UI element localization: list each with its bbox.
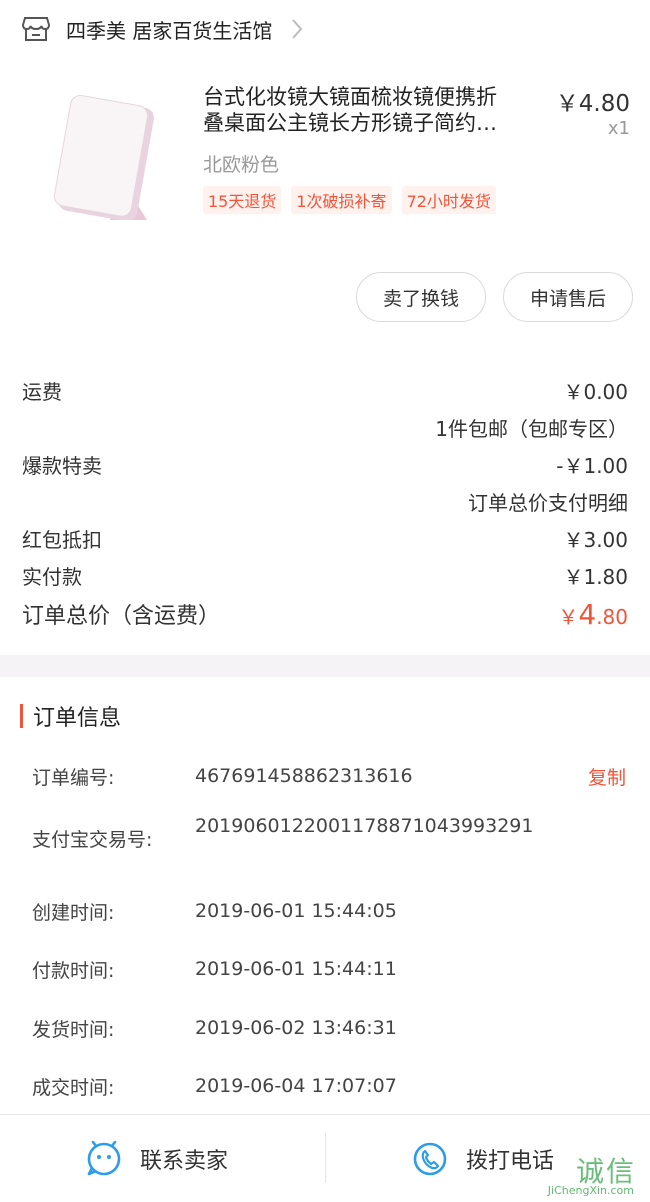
copy-button[interactable]: 复制 [588, 763, 626, 790]
paid-row: 实付款 ￥1.80 [22, 561, 628, 597]
service-tags: 15天退货 1次破损补寄 72小时发货 [203, 186, 496, 214]
shipped-value: 2019-06-02 13:46:31 [195, 1017, 397, 1039]
paid-value: ￥1.80 [563, 565, 628, 589]
alipay-label: 支付宝交易号: [32, 829, 153, 851]
paid-label: 实付款 [22, 565, 82, 589]
product-quantity: x1 [607, 118, 630, 139]
total-value: ￥4.80 [558, 598, 628, 631]
redpacket-value: ￥3.00 [563, 528, 628, 552]
order-number-value: 467691458862313616 [195, 765, 413, 787]
tag-return: 15天退货 [203, 186, 282, 214]
tag-ship: 72小时发货 [401, 186, 496, 214]
shipping-value: ￥0.00 [563, 380, 628, 404]
shop-name: 四季美 居家百货生活馆 [66, 18, 273, 43]
product-title[interactable]: 台式化妆镜大镜面梳妆镜便携折 叠桌面公主镜长方形镜子简约… [203, 84, 538, 136]
shipping-row: 运费 ￥0.00 [22, 376, 628, 412]
created-label: 创建时间: [32, 902, 115, 924]
tag-damage: 1次破损补寄 [291, 186, 392, 214]
after-sale-button[interactable]: 申请售后 [503, 272, 633, 322]
paid-time-label: 付款时间: [32, 960, 115, 982]
product-thumbnail [53, 94, 154, 220]
paid-time-value: 2019-06-01 15:44:11 [195, 958, 397, 980]
payment-detail-link[interactable]: 订单总价支付明细 [468, 487, 628, 516]
total-integer: 4 [578, 598, 597, 631]
watermark-url: JiChengXin.com [547, 1184, 634, 1197]
total-currency: ￥ [558, 605, 579, 629]
redpacket-label: 红包抵扣 [22, 528, 102, 552]
order-number-label: 订单编号: [32, 767, 115, 789]
shipping-label: 运费 [22, 380, 62, 404]
shipped-label: 发货时间: [32, 1019, 115, 1041]
hot-sale-row: 爆款特卖 -￥1.00 [22, 450, 628, 486]
site-watermark: 诚信 JiChengXin.com [524, 1150, 644, 1200]
heading-accent-bar [20, 704, 23, 728]
store-icon [22, 17, 50, 41]
order-info-heading: 订单信息 [20, 700, 121, 732]
hot-sale-label: 爆款特卖 [22, 454, 102, 478]
total-row: 订单总价（含运费） ￥4.80 [22, 598, 628, 638]
shop-header[interactable]: 四季美 居家百货生活馆 [0, 0, 650, 58]
done-value: 2019-06-04 17:07:07 [195, 1075, 397, 1097]
product-title-line1: 台式化妆镜大镜面梳妆镜便携折 [203, 85, 497, 109]
order-info-title: 订单信息 [33, 706, 122, 731]
product-title-line2: 叠桌面公主镜长方形镜子简约… [203, 111, 497, 135]
phone-icon [413, 1142, 447, 1176]
sell-button[interactable]: 卖了换钱 [356, 272, 486, 322]
created-value: 2019-06-01 15:44:05 [195, 900, 397, 922]
redpacket-row: 红包抵扣 ￥3.00 [22, 524, 628, 560]
total-decimal: .80 [596, 605, 628, 629]
contact-seller-label: 联系卖家 [140, 1149, 229, 1174]
detail-row[interactable]: 订单总价支付明细 [22, 487, 628, 523]
bottom-separator [325, 1133, 326, 1183]
product-variant: 北欧粉色 [203, 154, 280, 176]
hot-sale-value: -￥1.00 [556, 454, 628, 478]
total-label: 订单总价（含运费） [22, 604, 221, 629]
chevron-right-icon [292, 19, 303, 39]
alipay-value: 2019060122001178871043993291 [195, 815, 534, 837]
shipping-note-row: 1件包邮（包邮专区） [22, 413, 628, 449]
done-label: 成交时间: [32, 1077, 115, 1099]
shipping-note: 1件包邮（包邮专区） [435, 417, 628, 441]
section-divider [0, 655, 650, 677]
product-item[interactable]: 台式化妆镜大镜面梳妆镜便携折 叠桌面公主镜长方形镜子简约… ￥4.80 x1 北… [0, 70, 650, 250]
product-price: ￥4.80 [555, 91, 630, 117]
contact-seller-button[interactable]: 联系卖家 [86, 1115, 228, 1202]
chat-bubble-icon [87, 1141, 121, 1176]
